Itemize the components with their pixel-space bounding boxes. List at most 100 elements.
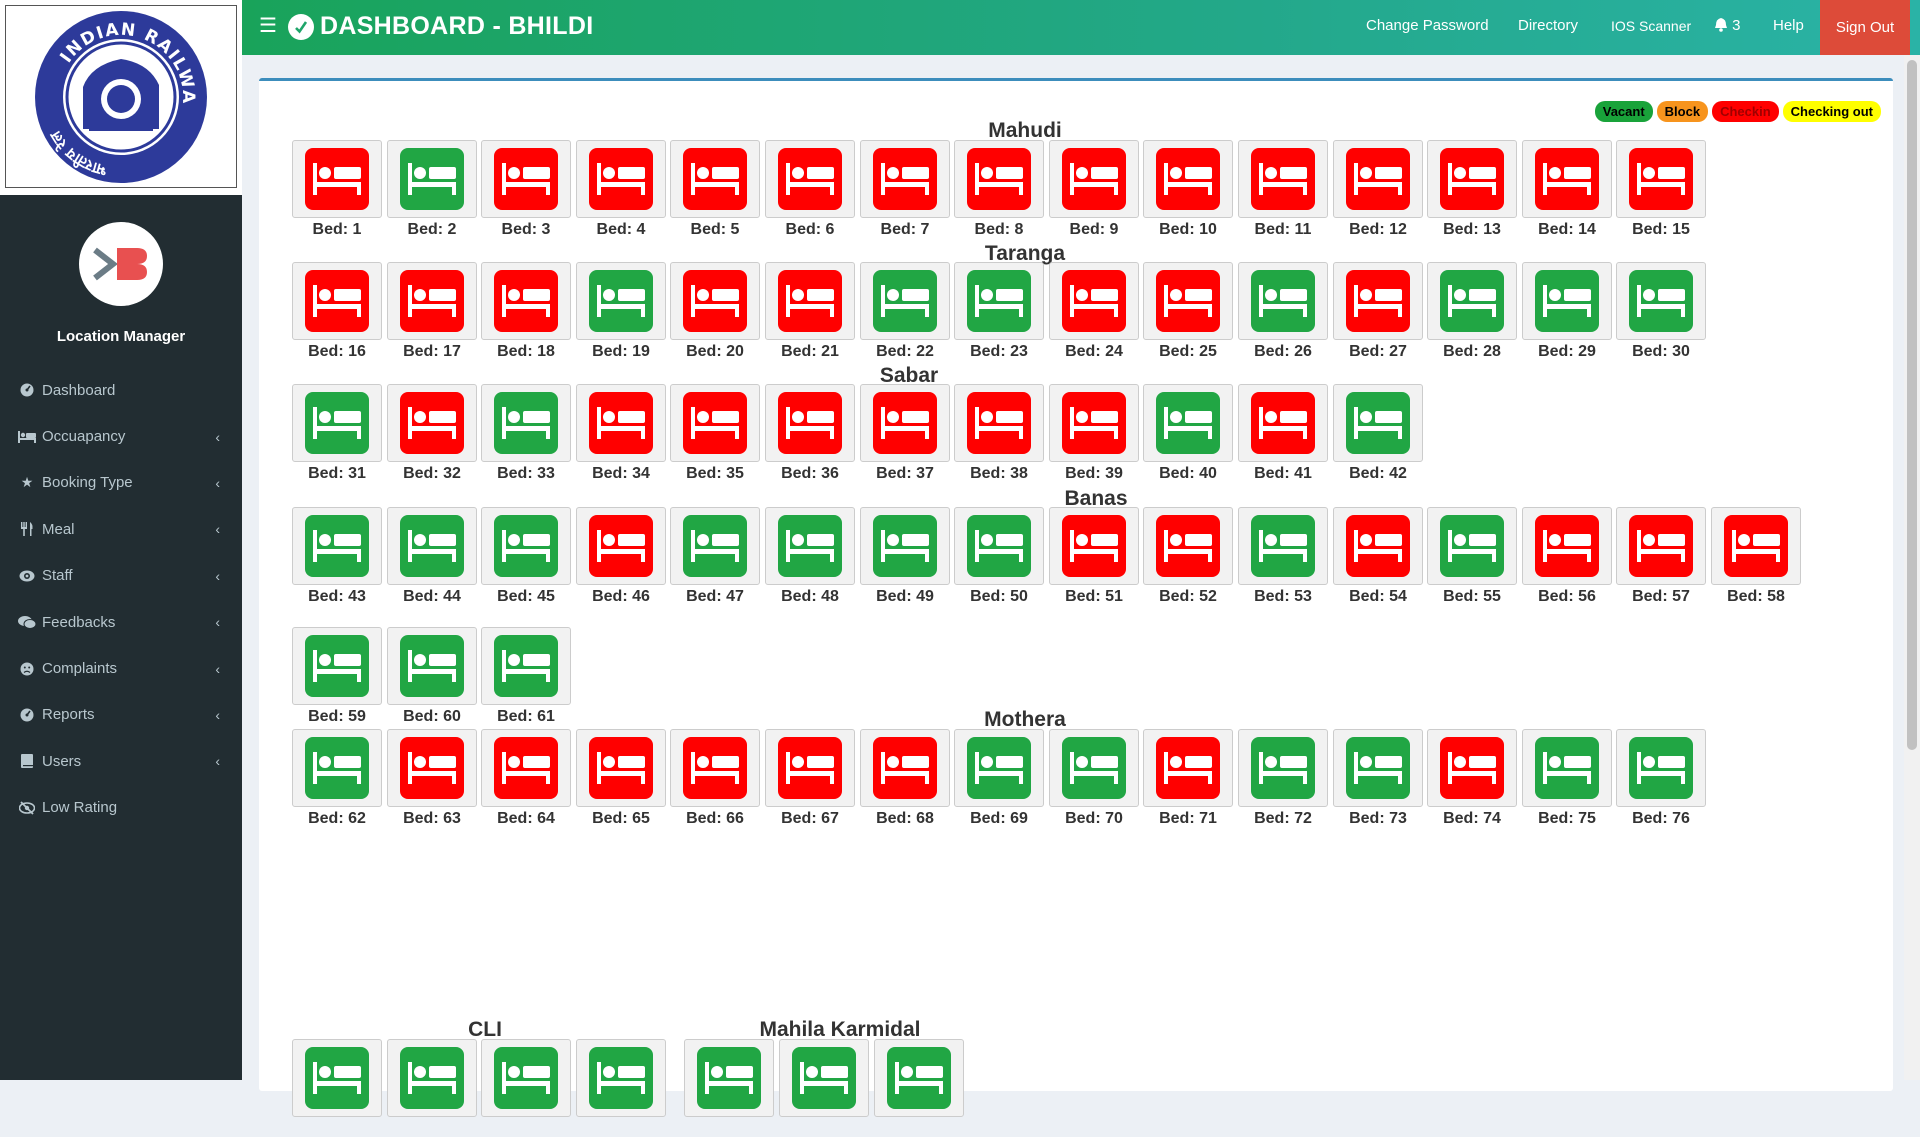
bed-button[interactable] bbox=[292, 627, 382, 705]
bed-tile[interactable]: Bed: 70 bbox=[1049, 729, 1139, 827]
bed-button[interactable] bbox=[481, 507, 571, 585]
bed-button[interactable] bbox=[860, 384, 950, 462]
bed-tile[interactable]: Bed: 40 bbox=[1143, 384, 1233, 482]
bed-button[interactable] bbox=[860, 262, 950, 340]
bed-button[interactable] bbox=[1522, 507, 1612, 585]
bed-tile[interactable]: Bed: 74 bbox=[1427, 729, 1517, 827]
bed-button[interactable] bbox=[1333, 140, 1423, 218]
bed-tile[interactable]: Bed: 51 bbox=[1049, 507, 1139, 605]
bed-button[interactable] bbox=[765, 507, 855, 585]
bed-tile[interactable]: Bed: 15 bbox=[1616, 140, 1706, 238]
bed-tile[interactable]: Bed: 9 bbox=[1049, 140, 1139, 238]
bed-tile[interactable] bbox=[779, 1039, 869, 1137]
bed-tile[interactable]: Bed: 32 bbox=[387, 384, 477, 482]
sidebar-item-occupancy[interactable]: Occuapancy ‹ bbox=[0, 413, 242, 459]
bed-tile[interactable]: Bed: 26 bbox=[1238, 262, 1328, 360]
bed-tile[interactable]: Bed: 54 bbox=[1333, 507, 1423, 605]
bed-button[interactable] bbox=[481, 262, 571, 340]
bed-button[interactable] bbox=[481, 1039, 571, 1117]
bed-tile[interactable]: Bed: 52 bbox=[1143, 507, 1233, 605]
bed-tile[interactable]: Bed: 75 bbox=[1522, 729, 1612, 827]
bed-button[interactable] bbox=[387, 729, 477, 807]
bed-tile[interactable]: Bed: 44 bbox=[387, 507, 477, 605]
bed-tile[interactable]: Bed: 68 bbox=[860, 729, 950, 827]
bed-button[interactable] bbox=[954, 262, 1044, 340]
bed-button[interactable] bbox=[387, 384, 477, 462]
bed-tile[interactable]: Bed: 42 bbox=[1333, 384, 1423, 482]
bed-tile[interactable]: Bed: 31 bbox=[292, 384, 382, 482]
bed-button[interactable] bbox=[765, 140, 855, 218]
bed-button[interactable] bbox=[1143, 262, 1233, 340]
bed-tile[interactable]: Bed: 71 bbox=[1143, 729, 1233, 827]
bed-button[interactable] bbox=[576, 507, 666, 585]
bed-button[interactable] bbox=[576, 729, 666, 807]
bed-button[interactable] bbox=[1049, 384, 1139, 462]
bed-tile[interactable]: Bed: 43 bbox=[292, 507, 382, 605]
bed-tile[interactable]: Bed: 76 bbox=[1616, 729, 1706, 827]
bed-tile[interactable]: Bed: 11 bbox=[1238, 140, 1328, 238]
bed-button[interactable] bbox=[684, 1039, 774, 1117]
bed-button[interactable] bbox=[292, 1039, 382, 1117]
bed-button[interactable] bbox=[1049, 729, 1139, 807]
bed-tile[interactable]: Bed: 65 bbox=[576, 729, 666, 827]
bed-tile[interactable]: Bed: 5 bbox=[670, 140, 760, 238]
change-password-link[interactable]: Change Password bbox=[1366, 17, 1489, 34]
notifications-button[interactable]: 3 bbox=[1714, 17, 1741, 34]
bed-button[interactable] bbox=[292, 507, 382, 585]
bed-tile[interactable] bbox=[292, 1039, 382, 1137]
bed-tile[interactable]: Bed: 34 bbox=[576, 384, 666, 482]
sidebar-item-feedbacks[interactable]: Feedbacks ‹ bbox=[0, 599, 242, 645]
bed-button[interactable] bbox=[1333, 507, 1423, 585]
bed-tile[interactable]: Bed: 53 bbox=[1238, 507, 1328, 605]
bed-tile[interactable] bbox=[387, 1039, 477, 1137]
bed-tile[interactable]: Bed: 29 bbox=[1522, 262, 1612, 360]
bed-button[interactable] bbox=[1143, 140, 1233, 218]
bed-tile[interactable]: Bed: 67 bbox=[765, 729, 855, 827]
bed-button[interactable] bbox=[576, 1039, 666, 1117]
bed-button[interactable] bbox=[292, 729, 382, 807]
bed-tile[interactable]: Bed: 19 bbox=[576, 262, 666, 360]
bed-tile[interactable]: Bed: 30 bbox=[1616, 262, 1706, 360]
bed-tile[interactable]: Bed: 47 bbox=[670, 507, 760, 605]
bed-button[interactable] bbox=[670, 507, 760, 585]
bed-button[interactable] bbox=[874, 1039, 964, 1117]
menu-toggle-icon[interactable]: ☰ bbox=[259, 16, 277, 36]
bed-button[interactable] bbox=[860, 729, 950, 807]
help-link[interactable]: Help bbox=[1773, 17, 1804, 34]
bed-button[interactable] bbox=[1333, 384, 1423, 462]
bed-button[interactable] bbox=[387, 507, 477, 585]
bed-tile[interactable]: Bed: 72 bbox=[1238, 729, 1328, 827]
bed-tile[interactable]: Bed: 12 bbox=[1333, 140, 1423, 238]
bed-button[interactable] bbox=[576, 262, 666, 340]
bed-tile[interactable]: Bed: 4 bbox=[576, 140, 666, 238]
bed-button[interactable] bbox=[292, 262, 382, 340]
bed-button[interactable] bbox=[1427, 262, 1517, 340]
bed-button[interactable] bbox=[1143, 384, 1233, 462]
bed-button[interactable] bbox=[779, 1039, 869, 1117]
bed-tile[interactable]: Bed: 36 bbox=[765, 384, 855, 482]
bed-button[interactable] bbox=[1238, 262, 1328, 340]
bed-tile[interactable]: Bed: 57 bbox=[1616, 507, 1706, 605]
bed-tile[interactable]: Bed: 62 bbox=[292, 729, 382, 827]
bed-tile[interactable]: Bed: 2 bbox=[387, 140, 477, 238]
bed-button[interactable] bbox=[481, 140, 571, 218]
bed-tile[interactable]: Bed: 39 bbox=[1049, 384, 1139, 482]
bed-tile[interactable]: Bed: 33 bbox=[481, 384, 571, 482]
bed-button[interactable] bbox=[1711, 507, 1801, 585]
bed-button[interactable] bbox=[481, 729, 571, 807]
bed-tile[interactable]: Bed: 69 bbox=[954, 729, 1044, 827]
ios-scanner-link[interactable]: IOS Scanner bbox=[1611, 18, 1691, 34]
sidebar-item-complaints[interactable]: Complaints ‹ bbox=[0, 645, 242, 691]
bed-tile[interactable]: Bed: 18 bbox=[481, 262, 571, 360]
bed-tile[interactable]: Bed: 56 bbox=[1522, 507, 1612, 605]
bed-tile[interactable]: Bed: 14 bbox=[1522, 140, 1612, 238]
bed-tile[interactable]: Bed: 28 bbox=[1427, 262, 1517, 360]
bed-button[interactable] bbox=[765, 729, 855, 807]
bed-button[interactable] bbox=[1616, 729, 1706, 807]
bed-button[interactable] bbox=[1238, 140, 1328, 218]
scrollbar-thumb[interactable] bbox=[1907, 60, 1917, 750]
bed-tile[interactable]: Bed: 37 bbox=[860, 384, 950, 482]
bed-button[interactable] bbox=[954, 384, 1044, 462]
bed-button[interactable] bbox=[1616, 140, 1706, 218]
bed-tile[interactable] bbox=[576, 1039, 666, 1137]
